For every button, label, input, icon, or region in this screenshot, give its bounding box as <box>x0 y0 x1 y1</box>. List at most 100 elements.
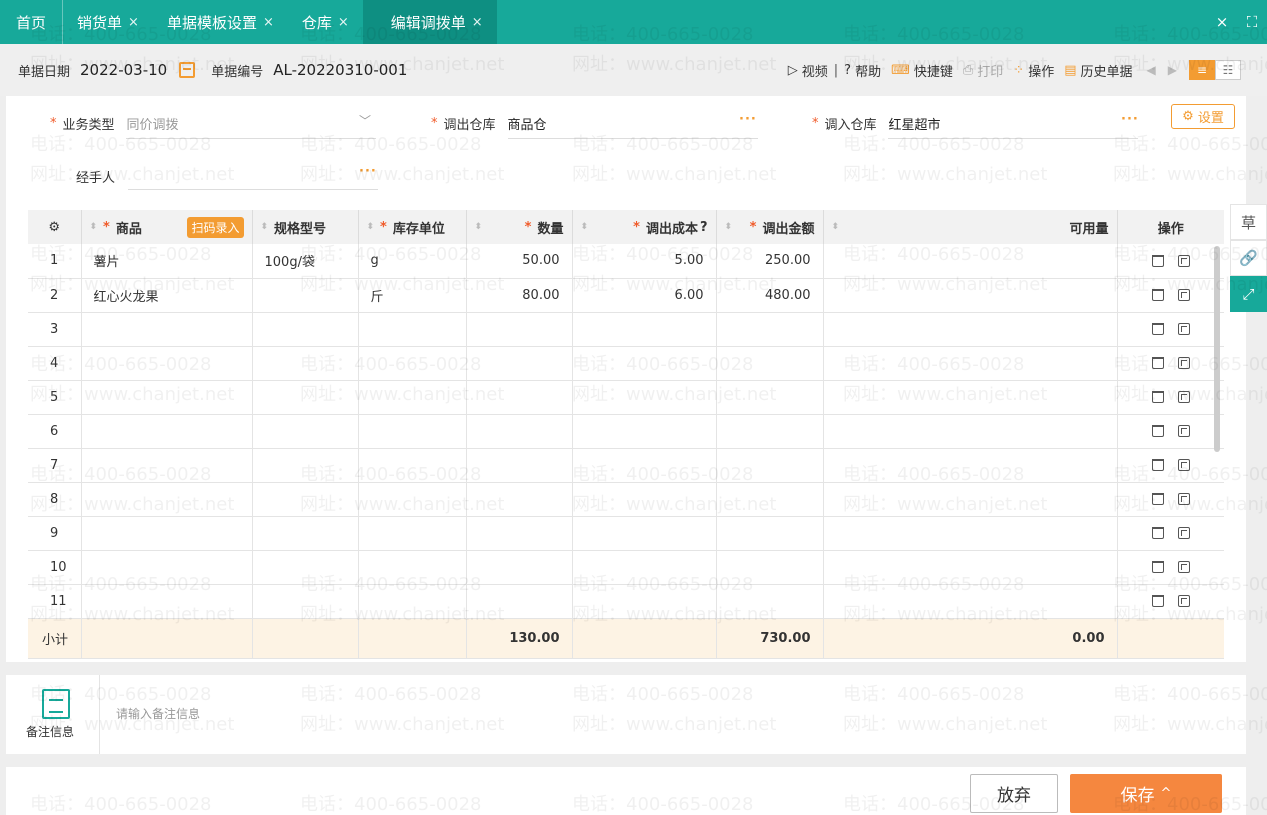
table-row[interactable]: 8 <box>28 482 1224 517</box>
cost-cell[interactable] <box>572 346 717 381</box>
trash-icon[interactable] <box>1151 357 1164 369</box>
spec-cell[interactable] <box>252 380 359 415</box>
available-cell[interactable] <box>823 516 1118 551</box>
column-spec[interactable]: ⬍ 规格型号 <box>252 210 359 244</box>
qty-cell[interactable] <box>466 414 573 449</box>
table-row[interactable]: 2 红心火龙果 斤 80.00 6.00 480.00 <box>28 278 1224 313</box>
product-cell[interactable] <box>81 414 253 449</box>
product-cell[interactable] <box>81 482 253 517</box>
cost-cell[interactable] <box>572 482 717 517</box>
spec-cell[interactable] <box>252 550 359 585</box>
column-settings[interactable]: ⚙ <box>28 210 82 244</box>
qty-cell[interactable]: 50.00 <box>466 244 573 279</box>
available-cell[interactable] <box>823 244 1118 279</box>
trash-icon[interactable] <box>1151 459 1164 471</box>
table-row[interactable]: 10 <box>28 550 1224 585</box>
copy-icon[interactable] <box>1177 561 1190 573</box>
qty-cell[interactable] <box>466 550 573 585</box>
spec-cell[interactable] <box>252 414 359 449</box>
in-warehouse-field[interactable]: * 调入仓库 红星超市 <box>812 114 941 133</box>
product-cell[interactable] <box>81 448 253 483</box>
copy-icon[interactable] <box>1177 459 1190 471</box>
sort-icon[interactable]: ⬍ <box>832 222 840 232</box>
close-icon[interactable]: × <box>338 15 349 30</box>
amount-cell[interactable] <box>716 448 824 483</box>
video-link[interactable]: ▷ 视频 <box>788 61 828 80</box>
tab-edit-transfer[interactable]: 编辑调拨单 × <box>362 0 497 44</box>
copy-icon[interactable] <box>1177 289 1190 301</box>
cost-cell[interactable] <box>572 414 717 449</box>
copy-icon[interactable] <box>1177 425 1190 437</box>
attachment-icon[interactable]: 🔗 <box>1230 240 1267 276</box>
copy-icon[interactable] <box>1177 391 1190 403</box>
trash-icon[interactable] <box>1151 527 1164 539</box>
product-cell[interactable] <box>81 312 253 347</box>
trash-icon[interactable] <box>1151 561 1164 573</box>
cost-cell[interactable] <box>572 584 717 619</box>
trash-icon[interactable] <box>1151 289 1164 301</box>
column-amount[interactable]: ⬍ * 调出金额 <box>716 210 824 244</box>
available-cell[interactable] <box>823 482 1118 517</box>
table-row[interactable]: 3 <box>28 312 1224 347</box>
trash-icon[interactable] <box>1151 425 1164 437</box>
available-cell[interactable] <box>823 550 1118 585</box>
copy-icon[interactable] <box>1177 254 1190 267</box>
sort-icon[interactable]: ⬍ <box>475 222 483 232</box>
cost-cell[interactable]: 6.00 <box>572 278 717 313</box>
handler-field[interactable]: 经手人 <box>76 167 115 186</box>
shortcut-button[interactable]: ⌨ 快捷键 <box>891 61 953 80</box>
table-scrollbar[interactable] <box>1214 246 1220 452</box>
table-row[interactable]: 4 <box>28 346 1224 381</box>
trash-icon[interactable] <box>1151 493 1164 505</box>
cost-cell[interactable]: 5.00 <box>572 244 717 279</box>
qty-cell[interactable] <box>466 312 573 347</box>
available-cell[interactable] <box>823 380 1118 415</box>
unit-cell[interactable] <box>358 312 467 347</box>
next-arrow-icon[interactable]: ▶ <box>1168 63 1177 77</box>
column-qty[interactable]: ⬍ * 数量 <box>466 210 573 244</box>
amount-cell[interactable] <box>716 346 824 381</box>
amount-cell[interactable] <box>716 380 824 415</box>
cost-cell[interactable] <box>572 312 717 347</box>
out-warehouse-field[interactable]: * 调出仓库 商品仓 <box>431 114 547 133</box>
tab-template-settings[interactable]: 单据模板设置 × <box>153 0 288 44</box>
product-cell[interactable] <box>81 550 253 585</box>
spec-cell[interactable] <box>252 482 359 517</box>
amount-cell[interactable] <box>716 414 824 449</box>
unit-cell[interactable] <box>358 550 467 585</box>
cost-cell[interactable] <box>572 448 717 483</box>
product-cell[interactable] <box>81 380 253 415</box>
available-cell[interactable] <box>823 278 1118 313</box>
unit-cell[interactable] <box>358 448 467 483</box>
amount-cell[interactable] <box>716 516 824 551</box>
copy-icon[interactable] <box>1177 323 1190 335</box>
copy-icon[interactable] <box>1177 493 1190 505</box>
cancel-button[interactable]: 放弃 <box>970 774 1058 813</box>
amount-cell[interactable] <box>716 584 824 619</box>
unit-cell[interactable] <box>358 516 467 551</box>
sort-icon[interactable]: ⬍ <box>367 222 375 232</box>
date-value[interactable]: 2022-03-10 <box>80 61 167 79</box>
spec-cell[interactable] <box>252 584 359 619</box>
card-view-icon[interactable]: ☷ <box>1215 60 1241 80</box>
amount-cell[interactable]: 480.00 <box>716 278 824 313</box>
chevron-up-icon[interactable]: ^ <box>1161 786 1172 801</box>
qty-cell[interactable] <box>466 346 573 381</box>
spec-cell[interactable]: 100g/袋 <box>252 244 359 279</box>
column-cost[interactable]: ⬍ * 调出成本? <box>572 210 717 244</box>
amount-cell[interactable] <box>716 312 824 347</box>
spec-cell[interactable] <box>252 448 359 483</box>
operate-button[interactable]: ⁘ 操作 <box>1013 61 1054 80</box>
qty-cell[interactable] <box>466 380 573 415</box>
product-cell[interactable] <box>81 516 253 551</box>
print-button[interactable]: ⎙ 打印 <box>963 61 1003 80</box>
qty-cell[interactable] <box>466 584 573 619</box>
expand-icon[interactable]: ⤢ <box>1230 276 1267 312</box>
qty-cell[interactable] <box>466 516 573 551</box>
save-button[interactable]: 保存 ^ <box>1070 774 1222 813</box>
copy-icon[interactable] <box>1177 527 1190 539</box>
available-cell[interactable] <box>823 584 1118 619</box>
column-product[interactable]: ⬍ * 商品 扫码录入 <box>81 210 253 244</box>
available-cell[interactable] <box>823 312 1118 347</box>
cost-cell[interactable] <box>572 550 717 585</box>
